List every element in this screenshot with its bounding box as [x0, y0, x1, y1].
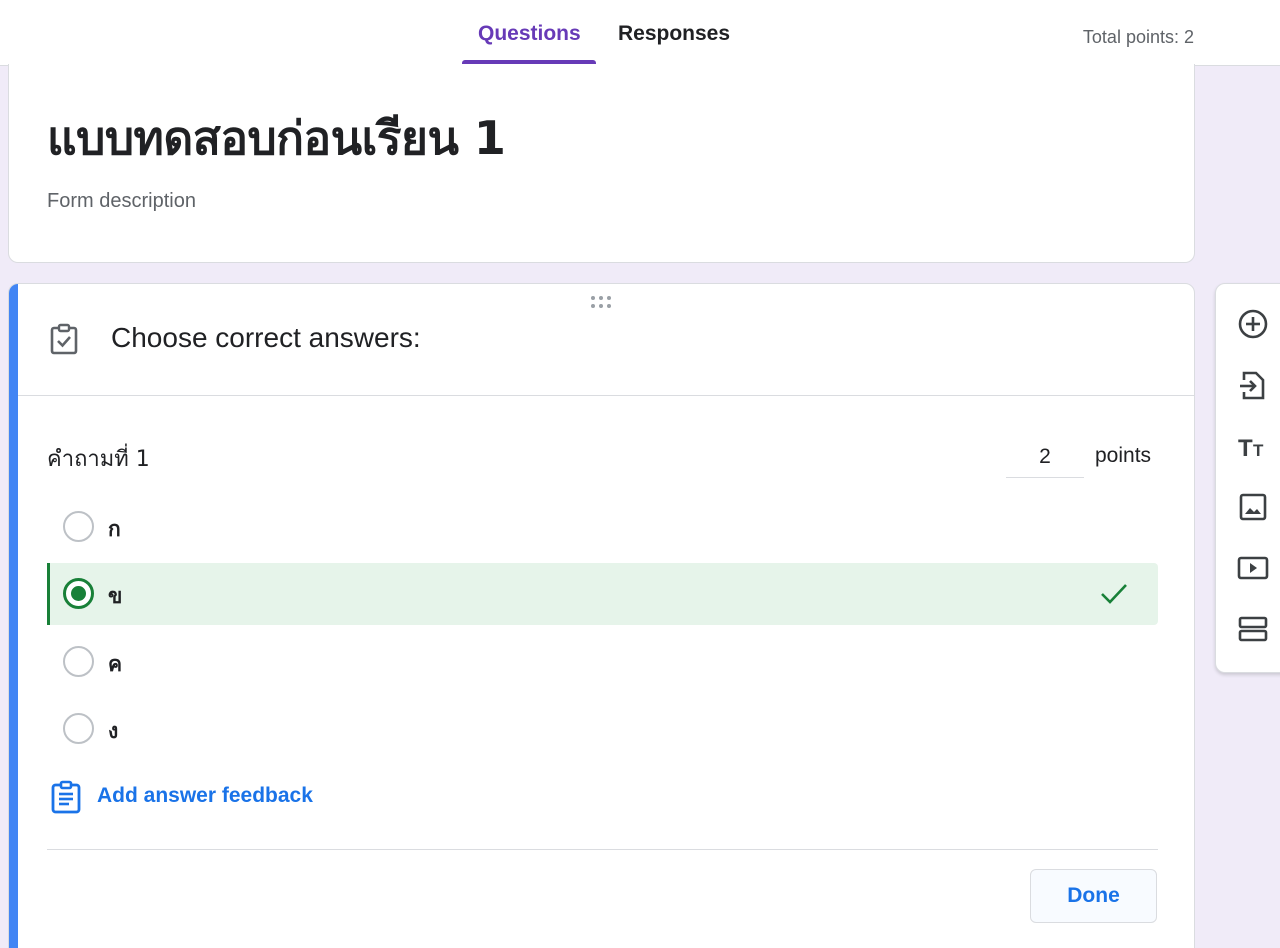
form-title-card: แบบทดสอบก่อนเรียน 1 Form description — [8, 64, 1195, 263]
tab-questions[interactable]: Questions — [478, 22, 581, 46]
points-label: points — [1095, 444, 1152, 467]
add-section-icon[interactable] — [1236, 612, 1270, 646]
divider — [47, 849, 1158, 850]
option-row-correct[interactable]: ข — [47, 563, 1158, 625]
option-label: ก — [108, 517, 121, 541]
question-title: คำถามที่ 1 — [47, 447, 150, 472]
answer-key-title: Choose correct answers: — [111, 322, 421, 353]
option-label: ข — [108, 584, 123, 608]
radio-button-selected[interactable] — [63, 578, 94, 609]
checkmark-icon — [1101, 584, 1127, 604]
clipboard-list-icon — [51, 780, 81, 814]
option-row[interactable]: ก — [47, 496, 1158, 558]
tab-responses[interactable]: Responses — [618, 22, 730, 46]
clipboard-check-icon — [50, 323, 78, 355]
form-title[interactable]: แบบทดสอบก่อนเรียน 1 — [47, 102, 506, 175]
import-questions-icon[interactable] — [1236, 368, 1270, 402]
add-question-icon[interactable] — [1236, 307, 1270, 341]
question-card: Choose correct answers: คำถามที่ 1 point… — [8, 283, 1195, 948]
add-video-icon[interactable] — [1236, 551, 1270, 585]
radio-button[interactable] — [63, 713, 94, 744]
add-answer-feedback-label: Add answer feedback — [97, 784, 313, 807]
points-input[interactable] — [1006, 436, 1084, 478]
top-bar: Questions Responses Total points: 2 — [0, 0, 1280, 66]
radio-button[interactable] — [63, 511, 94, 542]
svg-text:T: T — [1253, 441, 1264, 460]
answer-key-header: Choose correct answers: — [18, 284, 1194, 396]
total-points: Total points: 2 — [1082, 27, 1194, 47]
add-title-icon[interactable]: TT — [1236, 429, 1270, 463]
radio-button[interactable] — [63, 646, 94, 677]
option-row[interactable]: ค — [47, 631, 1158, 693]
form-description-field[interactable]: Form description — [47, 190, 196, 213]
option-label: ค — [108, 652, 123, 676]
add-image-icon[interactable] — [1236, 490, 1270, 524]
done-button[interactable]: Done — [1030, 869, 1157, 923]
option-row[interactable]: ง — [47, 698, 1158, 760]
svg-text:T: T — [1238, 435, 1253, 462]
option-label: ง — [108, 719, 119, 743]
floating-toolbar: TT — [1215, 283, 1280, 673]
active-card-accent — [9, 284, 18, 948]
